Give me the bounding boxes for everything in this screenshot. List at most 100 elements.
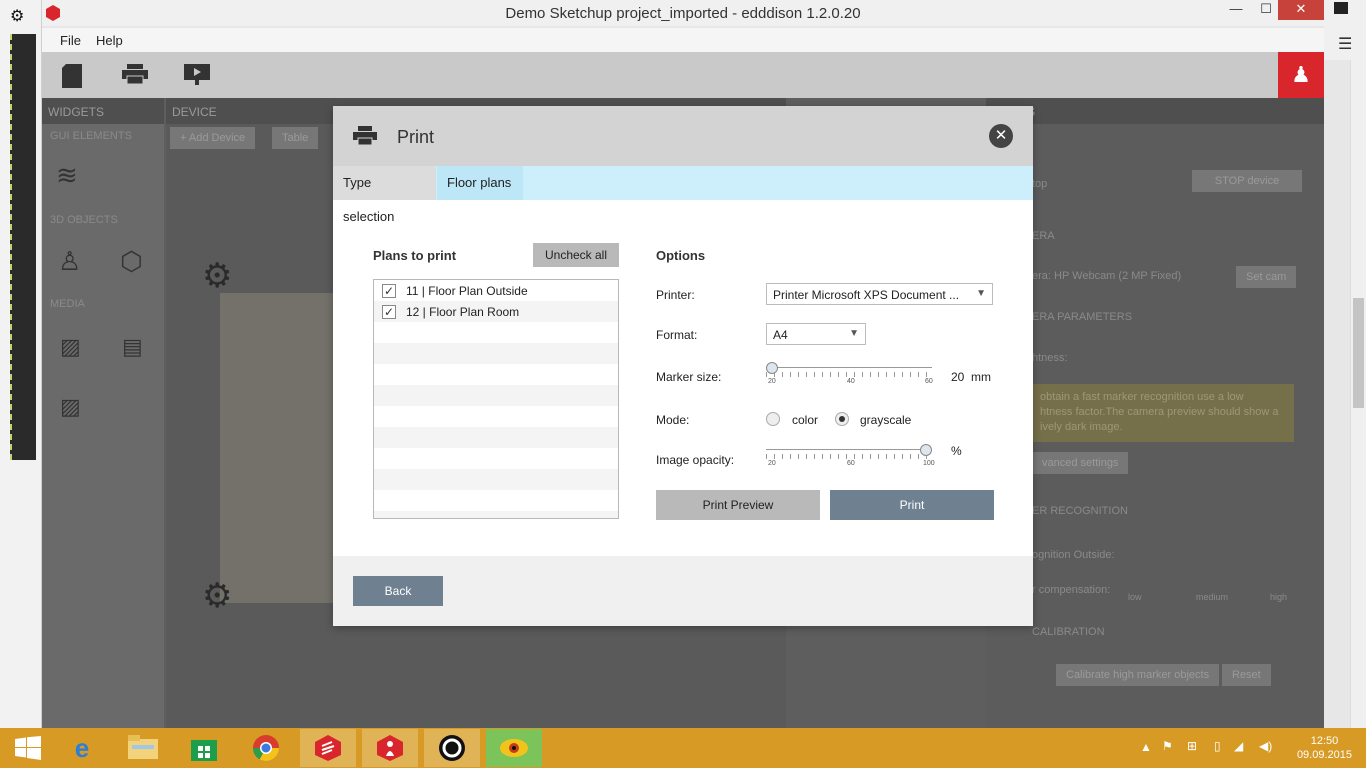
brightness-label: htness: — [1032, 352, 1068, 364]
vertical-scrollbar[interactable] — [1350, 60, 1366, 728]
printer-select[interactable]: Printer Microsoft XPS Document ... ▼ — [766, 283, 993, 305]
image-opacity-slider[interactable]: 20 60 100 — [766, 444, 935, 467]
chevron-down-icon: ▼ — [849, 328, 859, 339]
scale-max: 100 — [923, 460, 935, 467]
empty-row — [374, 448, 618, 469]
slider-track — [766, 449, 932, 450]
start-button[interactable] — [0, 729, 56, 767]
slider-ticks — [766, 372, 932, 377]
scale-min: 20 — [768, 460, 776, 467]
slider-ticks — [766, 454, 932, 459]
3d-objects-section: 3D OBJECTS — [50, 214, 118, 226]
format-value: A4 — [773, 328, 788, 342]
internet-explorer-icon[interactable]: e — [54, 729, 110, 767]
properties-panel: ERTIES top STOP device ERA era: HP Webca… — [986, 98, 1324, 728]
gear-icon[interactable]: ⚙ — [10, 6, 24, 26]
taskbar: e ▲ ⚑ ⊞ ▯ ◢ ◀) 12:50 09.09.2015 — [0, 728, 1366, 768]
scale-mid: 40 — [847, 378, 855, 385]
empty-row — [374, 469, 618, 490]
add-device-button: + Add Device — [170, 127, 256, 149]
dialog-title: Print — [397, 127, 435, 147]
windows-icon[interactable]: ⊞ — [1187, 739, 1197, 768]
mode-color-radio[interactable] — [766, 412, 780, 426]
widgets-panel: WIDGETS GUI ELEMENTS ≋ 3D OBJECTS ♙ ⬡ ME… — [42, 98, 164, 728]
properties-header: ERTIES — [986, 98, 1324, 124]
empty-row — [374, 490, 618, 511]
print-icon[interactable] — [122, 64, 148, 86]
print-button[interactable]: Print — [830, 490, 994, 520]
side-app-strip: ⚙ — [0, 0, 42, 728]
slider-knob[interactable] — [920, 444, 932, 456]
scale-mid: 60 — [847, 460, 855, 467]
battery-icon[interactable]: ▯ — [1214, 739, 1221, 768]
gui-elements-section: GUI ELEMENTS — [50, 130, 132, 142]
scrollbar-thumb[interactable] — [1353, 298, 1364, 408]
volume-icon[interactable]: ◀) — [1259, 739, 1272, 768]
menu-help[interactable]: Help — [96, 33, 123, 48]
menu-file[interactable]: File — [60, 33, 81, 48]
medium-label: medium — [1196, 592, 1229, 602]
viewer-app-icon[interactable] — [486, 729, 542, 767]
table-tab: Table — [272, 127, 319, 149]
store-icon[interactable] — [176, 729, 232, 767]
dialog-footer: Back — [333, 556, 1033, 626]
dialog-tabs: Type selection Floor plans — [333, 166, 1033, 224]
set-cam-button: Set cam — [1236, 266, 1297, 288]
list-item[interactable]: ✓ 11 | Floor Plan Outside — [374, 280, 618, 301]
action-center-flag-icon[interactable]: ⚑ — [1162, 739, 1173, 768]
marker-size-readout: 20 mm — [951, 370, 991, 384]
format-label: Format: — [656, 328, 698, 342]
edddison-taskbar-icon[interactable] — [362, 729, 418, 767]
plan-label: 12 | Floor Plan Room — [406, 305, 520, 319]
low-label: low — [1128, 592, 1142, 602]
tracking-app-icon[interactable] — [424, 729, 480, 767]
calibrate-button: Calibrate high marker objects — [1056, 664, 1220, 686]
options-heading: Options — [656, 248, 706, 263]
mode-grayscale-label: grayscale — [860, 413, 912, 427]
hamburger-menu-icon[interactable]: ☰ — [1338, 34, 1352, 54]
slider-knob[interactable] — [766, 362, 778, 374]
plan-checkbox[interactable]: ✓ — [382, 284, 396, 298]
network-signal-icon[interactable]: ◢ — [1234, 739, 1243, 768]
mode-color-label: color — [792, 413, 819, 427]
marker-size-label: Marker size: — [656, 370, 722, 384]
sketchup-icon[interactable] — [300, 729, 356, 767]
close-window-button[interactable]: ✕ — [1278, 0, 1324, 20]
clock-time: 12:50 — [1310, 735, 1339, 747]
camera-label: era: HP Webcam (2 MP Fixed) — [1032, 270, 1182, 282]
format-select[interactable]: A4 ▼ — [766, 323, 866, 345]
back-button[interactable]: Back — [353, 576, 443, 606]
empty-row — [374, 511, 618, 518]
tab-floor-plans[interactable]: Floor plans — [437, 166, 523, 200]
new-document-icon[interactable] — [60, 64, 84, 88]
show-hidden-icons[interactable]: ▲ — [1140, 740, 1152, 768]
marker-recognition-section: ER RECOGNITION — [1032, 505, 1128, 517]
marker-size-value: 20 — [951, 370, 965, 384]
marker-size-unit: mm — [971, 370, 992, 384]
print-preview-button[interactable]: Print Preview — [656, 490, 820, 520]
presentation-icon[interactable] — [184, 64, 210, 86]
chrome-icon[interactable] — [238, 729, 294, 767]
taskbar-clock[interactable]: 12:50 09.09.2015 — [1297, 734, 1352, 762]
window-title: Demo Sketchup project_imported - edddiso… — [505, 5, 861, 22]
mode-grayscale-radio[interactable] — [835, 412, 849, 426]
image-icon: ▨ — [60, 334, 81, 359]
close-dialog-icon[interactable]: ✕ — [989, 124, 1013, 148]
side-panel-header: ☰ — [1324, 0, 1366, 60]
uncheck-all-button[interactable]: Uncheck all — [533, 243, 619, 267]
compensation-label: r compensation: — [1032, 584, 1111, 596]
printer-value: Printer Microsoft XPS Document ... — [773, 288, 960, 302]
menu-bar: File Help — [42, 28, 1324, 52]
tab-type-selection[interactable]: Type selection — [333, 166, 436, 224]
advanced-settings-button: vanced settings — [1032, 452, 1129, 474]
gear-icon: ⚙ — [202, 257, 233, 295]
stop-label: top — [1032, 178, 1048, 190]
toolbar: ♟ — [42, 52, 1324, 98]
file-explorer-icon[interactable] — [115, 729, 171, 767]
plan-checkbox[interactable]: ✓ — [382, 305, 396, 319]
calibration-section: CALIBRATION — [1032, 626, 1105, 638]
edddison-brand-logo: ♟ — [1278, 52, 1324, 98]
list-item[interactable]: ✓ 12 | Floor Plan Room — [374, 301, 618, 322]
marker-size-slider[interactable]: 20 40 60 — [766, 362, 933, 385]
widgets-header: WIDGETS — [42, 98, 164, 124]
